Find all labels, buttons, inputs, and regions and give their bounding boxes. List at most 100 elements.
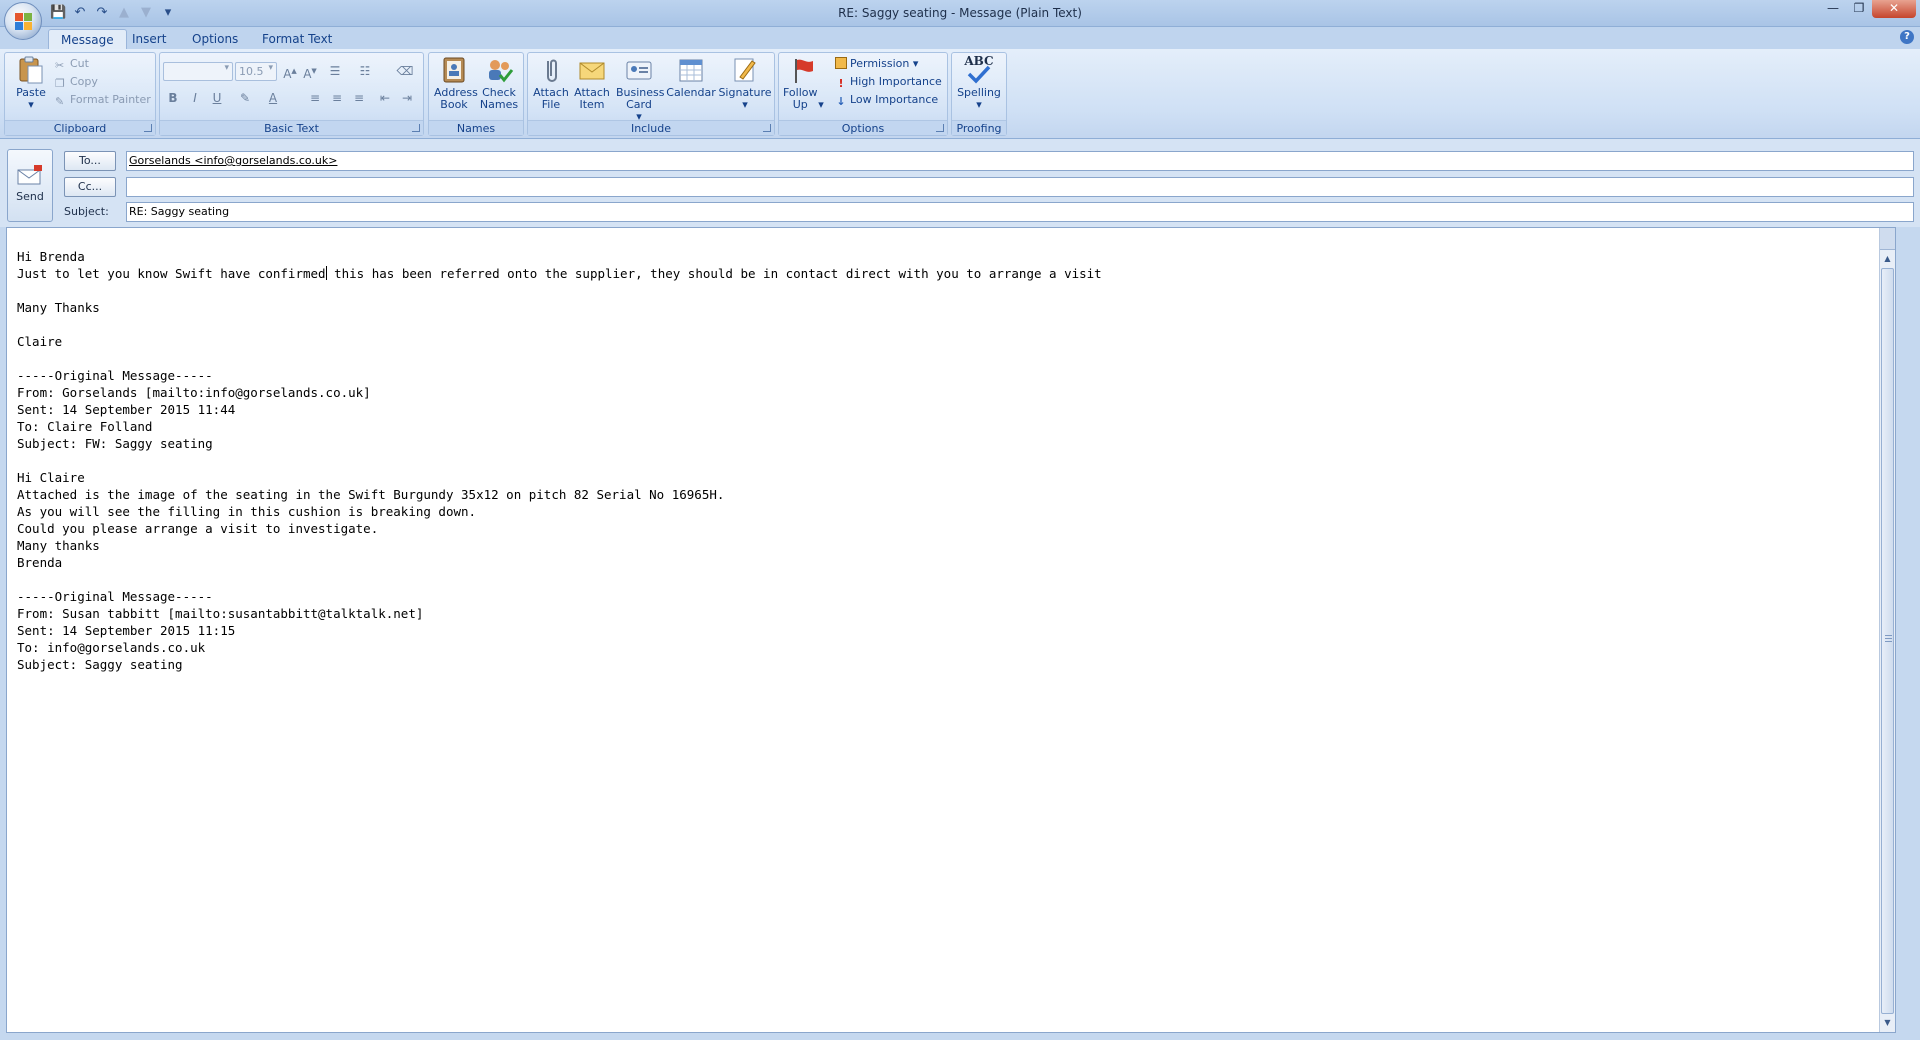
vertical-scrollbar[interactable]: ▲ ▼	[1879, 228, 1895, 1032]
low-importance-button[interactable]: ↓ Low Importance	[835, 91, 938, 109]
split-view-icon[interactable]	[1880, 228, 1895, 250]
scroll-up-icon[interactable]: ▲	[1880, 252, 1895, 266]
align-right-icon[interactable]: ≡	[349, 89, 369, 108]
help-icon[interactable]: ?	[1900, 30, 1914, 44]
attach-item-button[interactable]: Attach Item	[572, 55, 612, 111]
font-color-icon[interactable]: A	[263, 89, 283, 108]
office-button[interactable]	[4, 2, 42, 40]
copy-icon: ❐	[55, 77, 65, 90]
underline-button[interactable]: U	[207, 89, 227, 108]
format-painter-button[interactable]: ✎ Format Painter	[55, 91, 151, 109]
maximize-button[interactable]: ❐	[1846, 0, 1872, 18]
names-group-label: Names	[429, 120, 523, 135]
font-name-dropdown[interactable]: ▾	[163, 62, 233, 81]
high-importance-button[interactable]: ! High Importance	[835, 73, 942, 91]
numbering-icon[interactable]: ☷	[355, 62, 375, 81]
send-button[interactable]: Send	[7, 149, 53, 222]
minimize-button[interactable]: —	[1820, 0, 1846, 18]
copy-button[interactable]: ❐ Copy	[55, 73, 98, 91]
tab-options[interactable]: Options	[180, 29, 250, 49]
permission-button[interactable]: Permission ▾	[835, 55, 918, 73]
down-arrow-icon: ↓	[836, 95, 846, 108]
scrollbar-thumb[interactable]	[1881, 268, 1894, 1014]
tab-insert[interactable]: Insert	[120, 29, 178, 49]
tab-message[interactable]: Message	[48, 29, 127, 49]
address-book-icon	[443, 57, 465, 83]
shrink-font-icon[interactable]: A▼	[300, 62, 320, 81]
paste-icon	[19, 56, 43, 84]
paste-button[interactable]: Paste ▾	[9, 55, 53, 111]
cut-label: Cut	[70, 57, 89, 70]
highlight-icon[interactable]: ✎	[235, 89, 255, 108]
italic-button[interactable]: I	[185, 89, 205, 108]
message-body-text[interactable]: Hi Brenda Just to let you know Swift hav…	[17, 248, 1102, 673]
grow-font-icon[interactable]: A▲	[280, 62, 300, 81]
clipboard-launcher-icon[interactable]	[144, 124, 152, 132]
options-launcher-icon[interactable]	[936, 124, 944, 132]
close-button[interactable]: ✕	[1872, 0, 1916, 18]
business-card-icon	[626, 61, 652, 80]
flag-icon	[795, 59, 813, 83]
to-field[interactable]: Gorselands <info@gorselands.co.uk>	[126, 151, 1914, 171]
high-importance-label: High Importance	[850, 75, 942, 88]
to-button[interactable]: To...	[64, 151, 116, 171]
spelling-label: Spelling	[957, 86, 1001, 99]
body-line-part1: Just to let you know Swift have confirme…	[17, 266, 326, 281]
bold-button[interactable]: B	[163, 89, 183, 108]
paintbrush-icon: ✎	[55, 95, 65, 108]
increase-indent-icon[interactable]: ⇥	[397, 89, 417, 108]
exclamation-icon: !	[838, 77, 844, 90]
scroll-down-icon[interactable]: ▼	[1880, 1016, 1895, 1030]
tab-format-text[interactable]: Format Text	[250, 29, 344, 49]
group-names: Address Book Check Names Names	[428, 52, 524, 136]
clear-formatting-icon[interactable]: ⌫	[395, 62, 415, 81]
group-clipboard: Paste ▾ ✂ Cut ❐ Copy ✎ Format Painter Clipbo…	[4, 52, 156, 136]
group-options: Follow Up ▾ Permission ▾ ! High Importance…	[778, 52, 948, 136]
proofing-group-label: Proofing	[952, 120, 1006, 135]
address-book-label: Address Book	[434, 86, 478, 111]
decrease-indent-icon[interactable]: ⇤	[375, 89, 395, 108]
title-bar: 💾 ↶ ↷ ▲ ▼ ▾ RE: Saggy seating - Message …	[0, 0, 1920, 27]
calendar-button[interactable]: Calendar	[666, 55, 716, 99]
options-group-label: Options	[779, 120, 947, 135]
follow-up-button[interactable]: Follow Up ▾	[781, 55, 825, 111]
scissors-icon: ✂	[55, 59, 65, 72]
grip-icon	[1885, 635, 1892, 643]
font-size-dropdown[interactable]: 10.5 ▾	[235, 62, 277, 81]
include-launcher-icon[interactable]	[763, 124, 771, 132]
check-names-icon	[489, 60, 514, 83]
signature-icon	[734, 58, 756, 82]
to-recipient[interactable]: Gorselands <info@gorselands.co.uk>	[129, 154, 337, 167]
attach-file-button[interactable]: Attach File	[530, 55, 572, 111]
send-icon	[17, 165, 42, 185]
format-painter-label: Format Painter	[70, 93, 151, 106]
ribbon: Paste ▾ ✂ Cut ❐ Copy ✎ Format Painter Clipbo…	[0, 49, 1920, 139]
permission-icon	[835, 57, 847, 69]
subject-label: Subject:	[64, 205, 109, 218]
clipboard-group-label: Clipboard	[5, 120, 155, 135]
spelling-button[interactable]: ABC Spelling ▾	[954, 55, 1004, 111]
body-line-part2: this has been referred onto the supplier…	[326, 266, 1102, 281]
calendar-icon	[679, 59, 703, 82]
business-card-button[interactable]: Business Card▾	[614, 55, 665, 123]
cut-button[interactable]: ✂ Cut	[55, 55, 89, 73]
subject-field[interactable]: RE: Saggy seating	[126, 202, 1914, 222]
include-group-label: Include	[528, 120, 774, 135]
basic-text-group-label: Basic Text	[160, 120, 423, 135]
address-book-button[interactable]: Address Book	[431, 55, 478, 111]
basic-text-launcher-icon[interactable]	[412, 124, 420, 132]
check-names-button[interactable]: Check Names	[477, 55, 521, 111]
signature-button[interactable]: Signature ▾	[718, 55, 772, 111]
align-left-icon[interactable]: ≡	[305, 89, 325, 108]
calendar-label: Calendar	[666, 86, 716, 99]
permission-label: Permission	[850, 57, 910, 70]
greeting-line: Hi Brenda	[17, 249, 85, 264]
cc-field[interactable]	[126, 177, 1914, 197]
message-header: Send To... Gorselands <info@gorselands.c…	[0, 139, 1920, 227]
window-title: RE: Saggy seating - Message (Plain Text)	[838, 6, 1082, 20]
paperclip-icon	[547, 59, 557, 82]
cc-button[interactable]: Cc...	[64, 177, 116, 197]
message-body[interactable]: Hi Brenda Just to let you know Swift hav…	[6, 227, 1896, 1033]
align-center-icon[interactable]: ≡	[327, 89, 347, 108]
bullets-icon[interactable]: ☰	[325, 62, 345, 81]
